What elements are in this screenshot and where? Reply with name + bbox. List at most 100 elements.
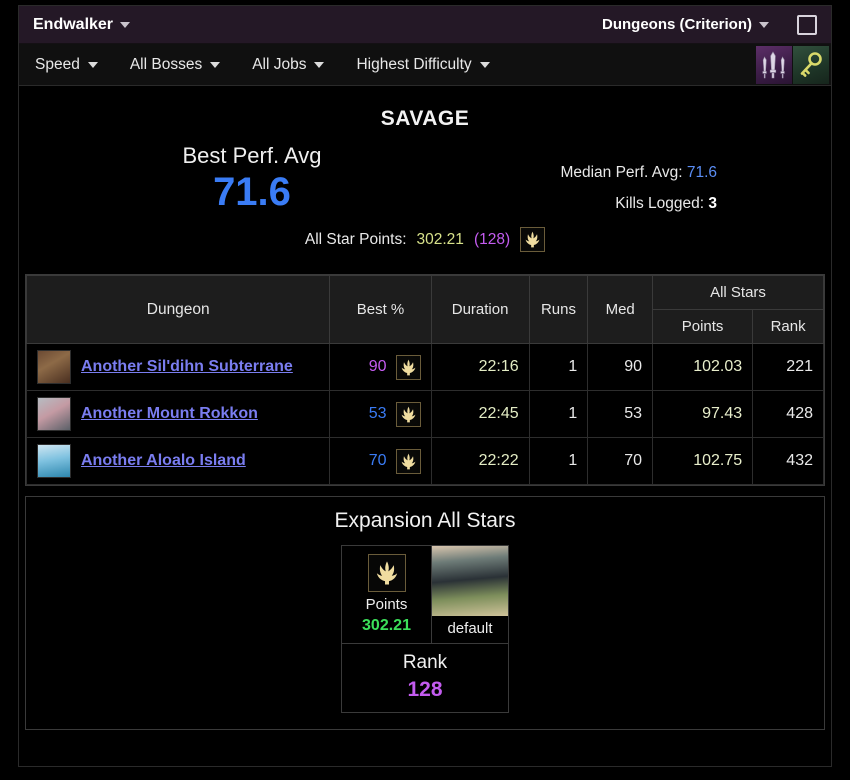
header-runs[interactable]: Runs — [528, 275, 589, 344]
expansion-all-stars-title: Expansion All Stars — [334, 509, 516, 532]
cell-best-pct: 90 — [329, 343, 432, 391]
cell-duration: 22:16 — [430, 343, 530, 391]
cell-best-pct: 70 — [329, 437, 432, 485]
header-best-pct[interactable]: Best % — [329, 275, 432, 344]
expansion-points-label: Points — [365, 596, 408, 613]
cell-all-star-points: 102.03 — [652, 343, 754, 391]
median-perf-value: 71.6 — [686, 164, 717, 181]
cell-duration: 22:45 — [430, 390, 530, 438]
cell-med: 70 — [587, 437, 654, 485]
title-bar: Endwalker Dungeons (Criterion) — [19, 6, 831, 44]
app-window: Endwalker Dungeons (Criterion) Speed All… — [18, 5, 832, 767]
cell-all-star-rank: 221 — [752, 343, 824, 391]
key-badge-icon[interactable] — [793, 46, 829, 84]
kills-logged-row: Kills Logged: 3 — [560, 194, 717, 212]
expansion-all-stars-card: Points 302.21 default Rank 128 — [341, 545, 509, 713]
content-type-label: Dungeons (Criterion) — [602, 16, 752, 33]
cell-all-star-points: 102.75 — [652, 437, 754, 485]
median-perf-row: Median Perf. Avg: 71.6 — [560, 165, 717, 181]
median-perf-label: Median Perf. Avg: — [560, 164, 683, 181]
dungeon-table: Dungeon Best % Duration Runs Med All Sta… — [25, 275, 824, 485]
header-med[interactable]: Med — [587, 275, 654, 344]
filter-bar: Speed All Bosses All Jobs Highest Diffic… — [19, 44, 831, 86]
cell-runs: 1 — [528, 390, 589, 438]
expansion-thumb-caption: default — [447, 620, 493, 637]
expansion-selector[interactable]: Endwalker — [33, 15, 131, 34]
swords-badge-icon[interactable] — [756, 46, 792, 84]
expansion-thumbnail-icon — [432, 546, 508, 616]
all-star-emblem-icon — [395, 448, 421, 474]
header-dungeon[interactable]: Dungeon — [25, 275, 331, 344]
best-perf-block: Best Perf. Avg 71.6 — [167, 143, 337, 213]
app-screen: Endwalker Dungeons (Criterion) Speed All… — [0, 0, 850, 780]
dungeon-table-body: Another Sil'dihn Subterrane 90 22:16 1 9… — [25, 343, 824, 485]
dungeon-link[interactable]: Another Sil'dihn Subterrane — [81, 358, 293, 376]
all-star-emblem-icon — [367, 554, 406, 592]
chevron-down-icon — [314, 61, 325, 68]
dungeon-thumbnail-icon — [37, 444, 71, 478]
expansion-rank-block: Rank 128 — [342, 643, 508, 712]
cell-all-star-points: 97.43 — [652, 390, 754, 438]
all-star-emblem-icon — [395, 354, 421, 380]
dungeon-thumbnail-icon — [37, 350, 71, 384]
filter-speed-label: Speed — [35, 55, 80, 73]
expansion-points-value: 302.21 — [362, 617, 411, 634]
expansion-rank-label: Rank — [402, 652, 448, 673]
table-row[interactable]: Another Aloalo Island 70 22:22 1 70 102.… — [25, 437, 824, 485]
filter-bosses[interactable]: All Bosses — [114, 56, 236, 74]
best-pct-value: 53 — [368, 405, 387, 422]
expansion-thumb-block: default — [432, 546, 508, 643]
kills-logged-label: Kills Logged: — [615, 194, 705, 212]
chevron-down-icon — [210, 61, 221, 68]
dungeon-thumbnail-icon — [37, 397, 71, 431]
filter-difficulty[interactable]: Highest Difficulty — [340, 56, 505, 74]
expansion-rank-value: 128 — [407, 678, 443, 701]
cell-med: 90 — [587, 343, 654, 391]
cell-runs: 1 — [528, 343, 589, 391]
secondary-stats: Median Perf. Avg: 71.6 Kills Logged: 3 — [560, 165, 717, 211]
dungeon-link[interactable]: Another Mount Rokkon — [81, 405, 258, 423]
expansion-label: Endwalker — [33, 15, 114, 33]
kills-logged-value: 3 — [708, 194, 717, 212]
header-all-star-points[interactable]: Points — [652, 309, 754, 344]
header-all-star-rank[interactable]: Rank — [752, 309, 824, 344]
chevron-down-icon — [479, 61, 490, 68]
all-star-emblem-icon — [395, 401, 421, 427]
header-duration[interactable]: Duration — [430, 275, 530, 344]
best-perf-value: 71.6 — [213, 170, 291, 214]
dungeon-table-head: Dungeon Best % Duration Runs Med All Sta… — [25, 275, 824, 344]
table-row[interactable]: Another Sil'dihn Subterrane 90 22:16 1 9… — [25, 343, 824, 391]
cell-all-star-rank: 432 — [752, 437, 824, 485]
difficulty-heading: SAVAGE — [380, 107, 470, 130]
table-row[interactable]: Another Mount Rokkon 53 22:45 1 53 97.43… — [25, 390, 824, 438]
best-pct-value: 70 — [368, 452, 387, 469]
cell-med: 53 — [587, 390, 654, 438]
badge-group — [756, 46, 829, 84]
dungeon-table-wrapper: Dungeon Best % Duration Runs Med All Sta… — [25, 274, 825, 486]
filter-jobs-label: All Jobs — [252, 55, 307, 73]
best-perf-label: Best Perf. Avg — [182, 143, 322, 168]
filter-jobs[interactable]: All Jobs — [236, 56, 340, 74]
cell-best-pct: 53 — [329, 390, 432, 438]
expansion-card-top: Points 302.21 default — [342, 546, 508, 643]
cell-dungeon: Another Sil'dihn Subterrane — [25, 343, 331, 391]
content-type-selector[interactable]: Dungeons (Criterion) — [602, 16, 769, 33]
cell-runs: 1 — [528, 437, 589, 485]
cell-dungeon: Another Mount Rokkon — [25, 390, 331, 438]
filter-bosses-label: All Bosses — [129, 55, 203, 73]
stat-row: Best Perf. Avg 71.6 Median Perf. Avg: 71… — [19, 143, 831, 235]
cell-all-star-rank: 428 — [752, 390, 824, 438]
chevron-down-icon — [759, 21, 769, 28]
dungeon-link[interactable]: Another Aloalo Island — [81, 452, 246, 470]
expansion-all-stars-panel: Expansion All Stars Points 302.21 defaul… — [25, 496, 825, 730]
best-pct-value: 90 — [368, 358, 387, 375]
cell-duration: 22:22 — [430, 437, 530, 485]
chevron-down-icon — [120, 21, 131, 28]
header-all-stars: All Stars — [652, 275, 824, 310]
maximize-icon[interactable] — [797, 15, 817, 35]
chevron-down-icon — [87, 61, 98, 68]
cell-dungeon: Another Aloalo Island — [25, 437, 331, 485]
filter-speed[interactable]: Speed — [19, 56, 114, 74]
expansion-points-block: Points 302.21 — [342, 546, 432, 643]
filter-difficulty-label: Highest Difficulty — [356, 55, 472, 73]
